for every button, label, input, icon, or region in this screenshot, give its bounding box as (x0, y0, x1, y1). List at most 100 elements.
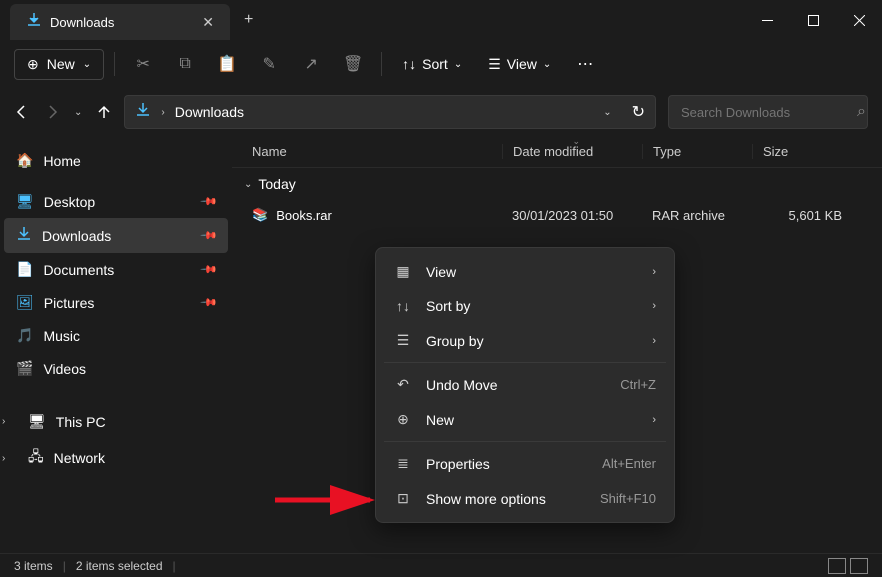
sidebar-item-downloads[interactable]: Downloads 📌 (4, 218, 228, 253)
divider (384, 441, 666, 442)
view-button[interactable]: ☰ View ⌄ (478, 50, 561, 79)
context-sort-by[interactable]: ↑↓ Sort by › (382, 289, 668, 323)
music-icon: 🎵 (16, 327, 33, 344)
search-input[interactable] (681, 105, 857, 120)
sidebar-item-network[interactable]: › 🖧 Network (4, 438, 228, 478)
chevron-down-icon: ⌄ (543, 59, 551, 70)
chevron-right-icon[interactable]: › (2, 453, 5, 464)
sort-button[interactable]: ↑↓ Sort ⌄ (392, 50, 472, 78)
close-tab-icon[interactable]: ✕ (202, 14, 214, 31)
sidebar-item-home[interactable]: 🏠 Home (4, 144, 228, 177)
view-label: View (507, 56, 537, 72)
back-button[interactable] (14, 104, 30, 120)
context-label: View (426, 264, 638, 280)
share-icon[interactable]: ↗ (293, 46, 329, 82)
context-view[interactable]: ▦ View › (382, 254, 668, 289)
new-button[interactable]: ⊕ New ⌄ (14, 49, 104, 80)
sidebar-label: Desktop (44, 194, 95, 210)
plus-circle-icon: ⊕ (27, 56, 39, 73)
chevron-right-icon: › (652, 335, 656, 347)
copy-icon[interactable]: ⧉ (167, 46, 203, 82)
chevron-right-icon[interactable]: › (2, 416, 5, 427)
context-shortcut: Shift+F10 (600, 491, 656, 506)
context-shortcut: Ctrl+Z (620, 377, 656, 392)
sidebar-label: This PC (56, 414, 106, 430)
up-button[interactable] (96, 104, 112, 120)
context-label: Group by (426, 333, 638, 349)
undo-icon: ↶ (394, 376, 412, 393)
desktop-icon: 🖥 (16, 193, 34, 210)
sidebar-item-this-pc[interactable]: › 🖥 This PC (4, 405, 228, 438)
paste-icon[interactable]: 📋 (209, 46, 245, 82)
sort-indicator-icon: ⌄ (573, 136, 581, 147)
download-icon (26, 12, 42, 33)
column-label: Date modified (513, 144, 593, 159)
maximize-button[interactable] (790, 4, 836, 36)
column-headers: Name ⌄ Date modified Type Size (232, 136, 882, 168)
column-size[interactable]: Size (752, 144, 842, 159)
status-selected-count: 2 items selected (76, 559, 163, 573)
sidebar-item-pictures[interactable]: 🖼 Pictures 📌 (4, 286, 228, 319)
sidebar: 🏠 Home 🖥 Desktop 📌 Downloads 📌 📄 Documen… (0, 136, 232, 555)
tab-title: Downloads (50, 15, 194, 30)
breadcrumb-location[interactable]: Downloads (175, 104, 593, 120)
chevron-down-icon: ⌄ (244, 179, 252, 190)
rename-icon[interactable]: ✎ (251, 46, 287, 82)
pin-icon: 📌 (200, 192, 219, 211)
file-type: RAR archive (642, 208, 752, 223)
context-show-more[interactable]: ⊡ Show more options Shift+F10 (382, 481, 668, 516)
recent-button[interactable]: ⌄ (74, 107, 82, 118)
context-properties[interactable]: ≣ Properties Alt+Enter (382, 446, 668, 481)
file-row[interactable]: 📚 Books.rar 30/01/2023 01:50 RAR archive… (232, 200, 882, 230)
address-bar[interactable]: › Downloads ⌄ ↻ (124, 95, 656, 129)
minimize-button[interactable] (744, 4, 790, 36)
close-window-button[interactable] (836, 4, 882, 36)
delete-icon[interactable]: 🗑 (335, 46, 371, 82)
view-icon: ☰ (488, 56, 501, 73)
sort-icon: ↑↓ (394, 298, 412, 314)
sidebar-item-documents[interactable]: 📄 Documents 📌 (4, 253, 228, 286)
navigation-bar: ⌄ › Downloads ⌄ ↻ ⌕ (0, 88, 882, 136)
nav-arrows: ⌄ (14, 104, 112, 120)
column-type[interactable]: Type (642, 144, 752, 159)
details-view-icon[interactable] (828, 558, 846, 574)
sidebar-label: Documents (43, 262, 114, 278)
new-tab-button[interactable]: + (244, 11, 253, 29)
sidebar-label: Pictures (44, 295, 95, 311)
pin-icon: 📌 (200, 293, 219, 312)
context-undo[interactable]: ↶ Undo Move Ctrl+Z (382, 367, 668, 402)
column-date[interactable]: ⌄ Date modified (502, 144, 642, 159)
toolbar: ⊕ New ⌄ ✂ ⧉ 📋 ✎ ↗ 🗑 ↑↓ Sort ⌄ ☰ View ⌄ ⋯ (0, 40, 882, 88)
group-label: Today (258, 176, 295, 192)
sidebar-item-desktop[interactable]: 🖥 Desktop 📌 (4, 185, 228, 218)
thumbnails-view-icon[interactable] (850, 558, 868, 574)
group-today[interactable]: ⌄ Today (232, 168, 882, 200)
search-box[interactable]: ⌕ (668, 95, 868, 129)
cut-icon[interactable]: ✂ (125, 46, 161, 82)
view-icon: ▦ (394, 263, 412, 280)
more-icon[interactable]: ⋯ (567, 46, 603, 82)
context-group-by[interactable]: ☰ Group by › (382, 323, 668, 358)
file-date: 30/01/2023 01:50 (502, 208, 642, 223)
breadcrumb-separator: › (161, 107, 164, 118)
pc-icon: 🖥 (28, 413, 46, 430)
status-item-count: 3 items (14, 559, 53, 573)
tab-downloads[interactable]: Downloads ✕ (10, 4, 230, 40)
refresh-icon[interactable]: ↻ (632, 102, 645, 122)
search-icon[interactable]: ⌕ (857, 103, 866, 121)
sidebar-label: Music (43, 328, 80, 344)
context-label: Undo Move (426, 377, 606, 393)
forward-button[interactable] (44, 104, 60, 120)
divider (381, 52, 382, 76)
archive-icon: 📚 (252, 207, 268, 223)
chevron-down-icon: ⌄ (83, 59, 91, 70)
separator: | (63, 559, 66, 573)
chevron-down-icon[interactable]: ⌄ (603, 107, 611, 118)
context-label: Properties (426, 456, 588, 472)
context-new[interactable]: ⊕ New › (382, 402, 668, 437)
sidebar-label: Downloads (42, 228, 111, 244)
column-name[interactable]: Name (252, 144, 502, 159)
sidebar-item-music[interactable]: 🎵 Music (4, 319, 228, 352)
sidebar-item-videos[interactable]: 🎬 Videos (4, 352, 228, 385)
chevron-right-icon: › (652, 266, 656, 278)
